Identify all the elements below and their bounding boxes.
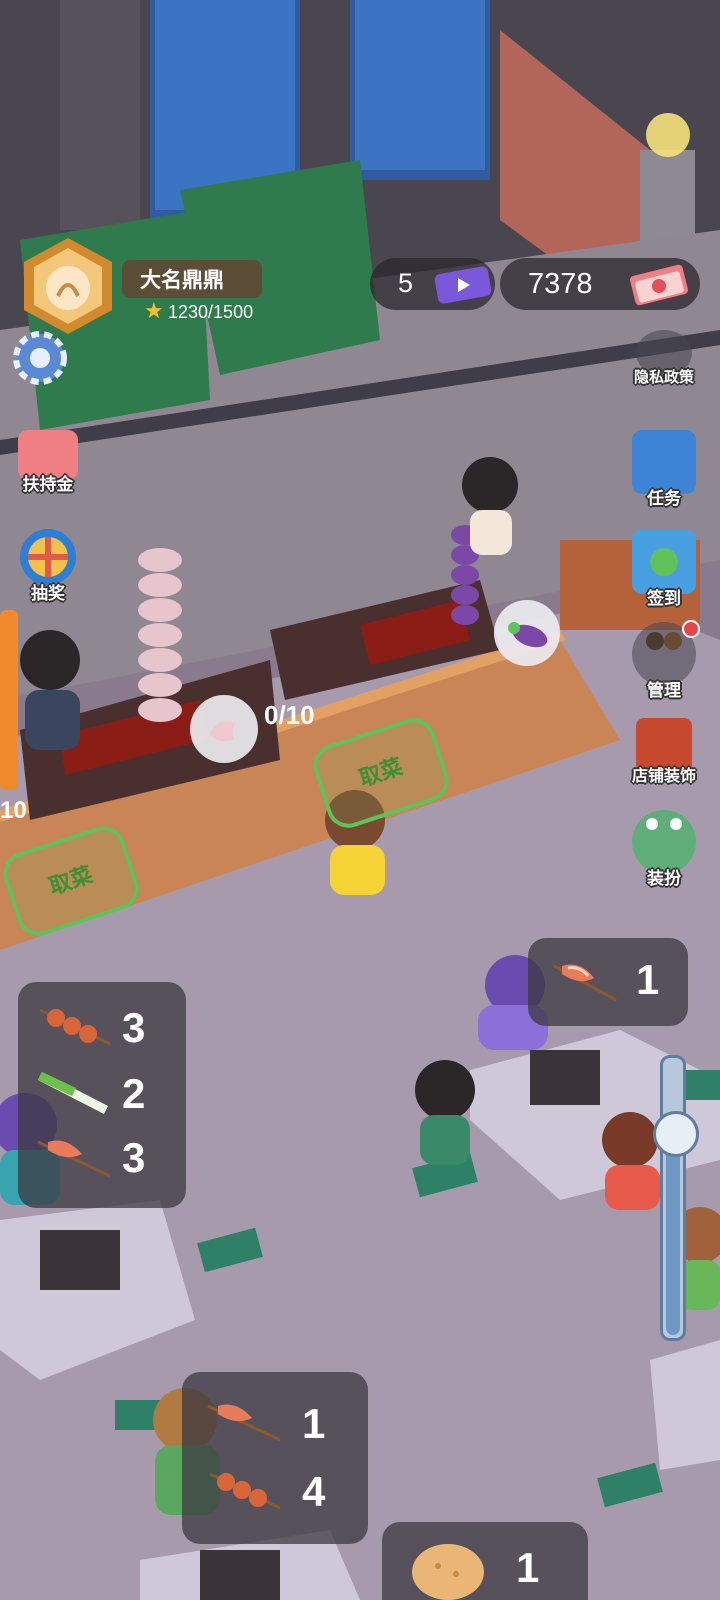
shop-decor-label: 店铺装饰 [631, 768, 696, 785]
order-bubble-top-right: 1 [528, 938, 688, 1026]
leek-icon [37, 1071, 109, 1115]
order-bread-count: 1 [516, 1544, 540, 1591]
order-bacon-count-bottom: 1 [302, 1400, 326, 1447]
cash-count: 7378 [528, 268, 593, 300]
eggplant-icon [508, 622, 548, 648]
manage-label: 管理 [647, 681, 681, 700]
meat-skewer-icon [209, 1472, 281, 1510]
ticket-icon [434, 266, 492, 304]
shop-decor-button[interactable]: 店铺装饰 [626, 718, 702, 786]
player-name: 大名鼎鼎 [140, 269, 224, 292]
bacon-skewer-icon [553, 964, 617, 1002]
manage-button[interactable]: 管理 [626, 620, 702, 701]
grill-counter: 0/10 [264, 700, 315, 730]
order-leek-count: 2 [122, 1070, 146, 1117]
pickup-label-left: 取菜 [46, 861, 96, 900]
game-scene[interactable]: 大名鼎鼎 ★ 1230/1500 5 7378 扶持金 抽奖 隐私政策 任务 签… [0, 0, 720, 1600]
checkin-label: 签到 [647, 589, 681, 608]
player-avatar[interactable] [18, 236, 118, 336]
order-bacon-count: 1 [636, 956, 660, 1003]
bacon-skewer-icon [207, 1404, 281, 1442]
shrimp-bubble[interactable] [190, 695, 258, 763]
ticket-counter[interactable]: 5 [370, 258, 495, 310]
order-meat-count: 3 [122, 1004, 146, 1051]
zoom-slider-handle[interactable] [653, 1110, 699, 1157]
settings-button[interactable] [2, 326, 78, 390]
zoom-slider[interactable] [653, 1055, 699, 1341]
notification-dot [682, 620, 700, 638]
ticket-count: 5 [398, 268, 414, 298]
order-bubble-bottom-table: 1 4 [182, 1372, 368, 1544]
dressup-label: 装扮 [647, 869, 681, 888]
pickup-label-right: 取菜 [356, 753, 406, 792]
carrot-counter: 10 [0, 797, 27, 824]
order-meat-count-bottom: 4 [302, 1468, 326, 1515]
order-bacon-count-left: 3 [122, 1134, 146, 1181]
shrimp-icon [210, 721, 236, 742]
star-icon: ★ [144, 298, 164, 323]
tasks-button[interactable]: 任务 [626, 430, 702, 509]
privacy-policy-button[interactable]: 隐私政策 [626, 330, 702, 387]
tasks-label: 任务 [647, 489, 681, 508]
order-bubble-left-table: 3 2 3 [18, 982, 186, 1208]
lottery-button[interactable]: 抽奖 [10, 525, 86, 604]
player-panel[interactable]: 大名鼎鼎 ★ 1230/1500 [18, 236, 273, 336]
bacon-skewer-icon [37, 1140, 111, 1178]
meat-skewer-icon [39, 1008, 111, 1046]
order-bubble-bottom-right: 1 [382, 1522, 588, 1600]
dressup-button[interactable]: 装扮 [626, 810, 702, 889]
checkin-button[interactable]: 签到 [626, 530, 702, 609]
subsidy-label: 扶持金 [22, 475, 74, 494]
cash-counter[interactable]: 7378 [500, 258, 700, 310]
cash-icon [630, 264, 688, 306]
subsidy-button[interactable]: 扶持金 [10, 430, 86, 495]
gear-icon [8, 326, 72, 390]
bread-icon [412, 1544, 484, 1600]
privacy-policy-label: 隐私政策 [633, 369, 694, 386]
eggplant-bubble[interactable] [494, 600, 560, 666]
lottery-label: 抽奖 [31, 584, 65, 603]
player-xp: 1230/1500 [168, 302, 254, 322]
